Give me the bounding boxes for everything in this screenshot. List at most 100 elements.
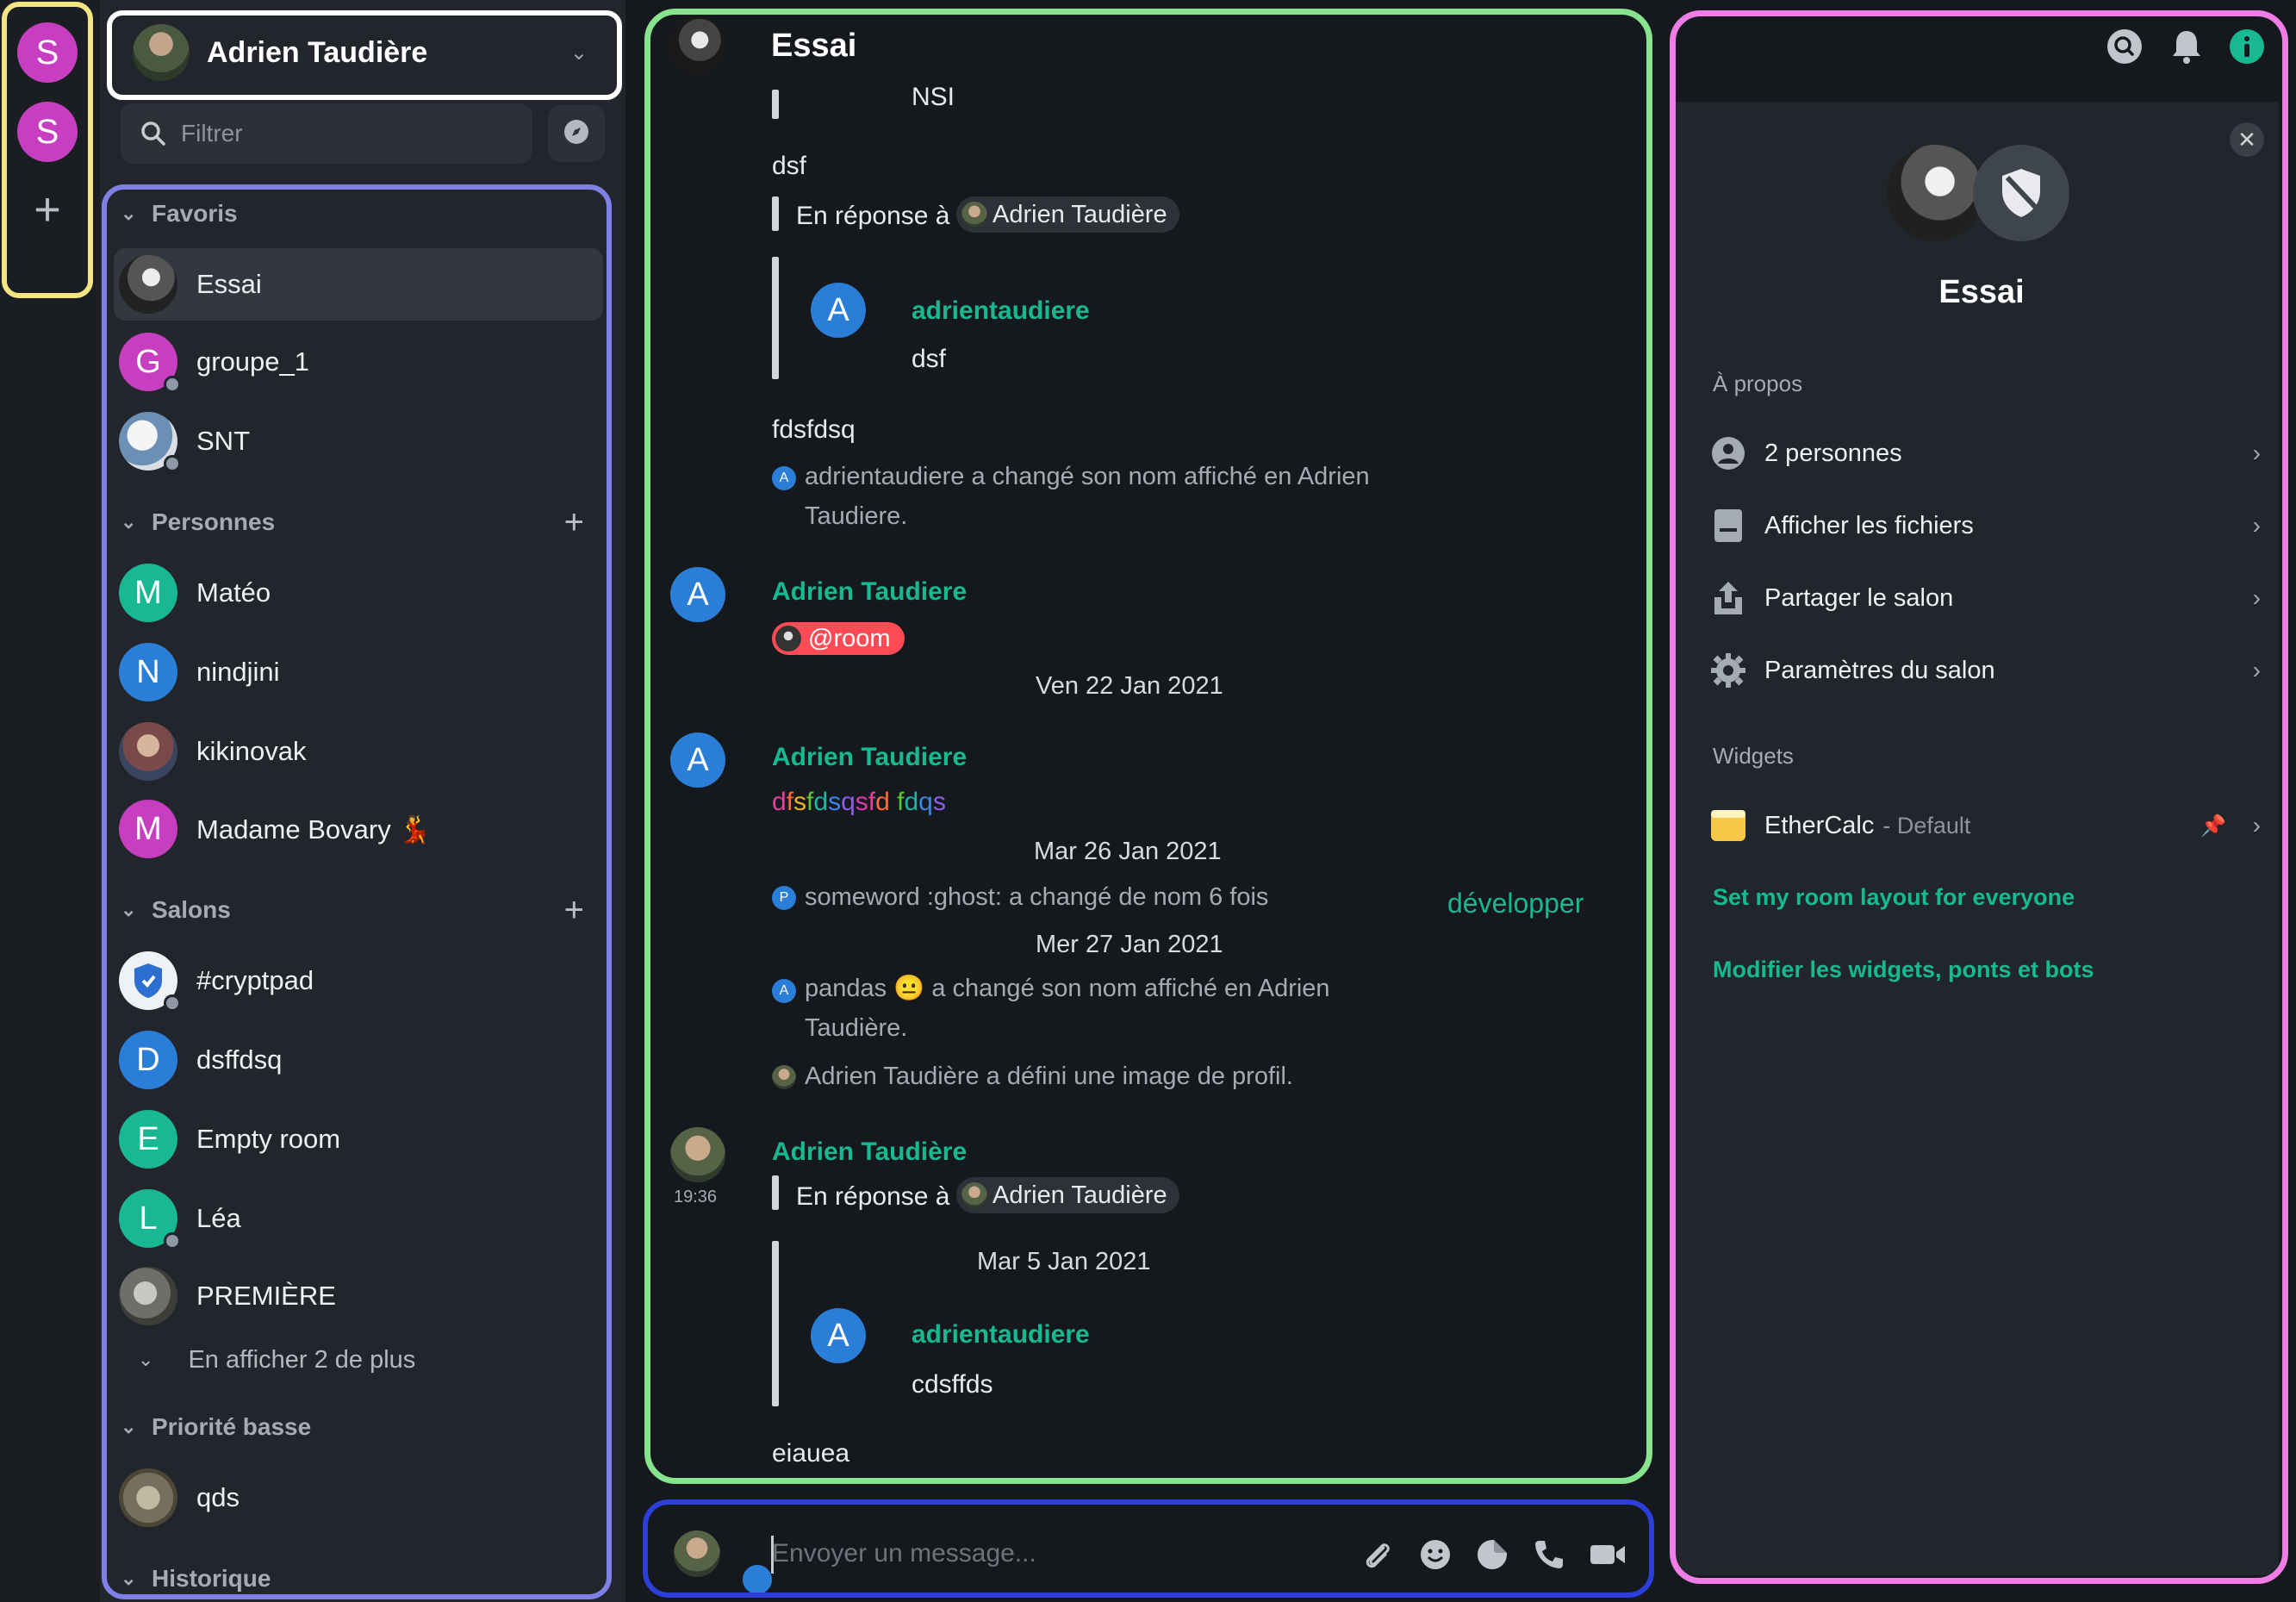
room-item-madame-bovary[interactable]: M Madame Bovary 💃 <box>114 793 603 865</box>
avatar <box>1887 145 1983 241</box>
sender-name[interactable]: adrientaudiere <box>912 296 1090 326</box>
edit-widgets-link[interactable]: Modifier les widgets, ponts et bots <box>1713 957 2094 983</box>
room-item-snt[interactable]: SNT <box>114 405 603 477</box>
sender-name[interactable]: Adrien Taudiere <box>772 743 967 772</box>
shield-icon <box>1973 145 2069 241</box>
section-title: Personnes <box>152 508 276 535</box>
room-item-mateo[interactable]: M Matéo <box>114 557 603 629</box>
account-menu[interactable]: Adrien Taudière ⌄ <box>109 12 613 93</box>
room-item-groupe-1[interactable]: G groupe_1 <box>114 326 603 398</box>
message-input[interactable]: Envoyer un message... <box>772 1539 1036 1568</box>
gear-icon <box>1709 651 1747 689</box>
user-pill-name: Adrien Taudière <box>992 200 1167 228</box>
add-room-button[interactable]: + <box>564 891 584 930</box>
section-personnes[interactable]: ⌄ Personnes + <box>121 503 620 542</box>
section-title: Favoris <box>152 200 238 227</box>
avatar <box>674 1530 720 1577</box>
avatar[interactable]: A <box>811 1308 866 1363</box>
close-icon[interactable]: ✕ <box>2230 122 2264 157</box>
space-item[interactable]: S <box>17 22 78 83</box>
avatar[interactable]: A <box>811 283 866 338</box>
avatar[interactable]: A <box>670 567 725 622</box>
sender-name[interactable]: Adrien Taudiere <box>772 577 967 607</box>
files-item[interactable]: Afficher les fichiers › <box>1709 500 2261 552</box>
expand-link[interactable]: développer <box>1447 888 1584 919</box>
bell-icon[interactable] <box>2166 26 2207 67</box>
section-title: Historique <box>152 1565 271 1592</box>
filter-placeholder: Filtrer <box>181 120 243 146</box>
avatar: G <box>119 333 181 393</box>
public-badge-icon <box>164 455 181 472</box>
room-item-qds[interactable]: qds <box>114 1462 603 1534</box>
user-pill[interactable]: Adrien Taudière <box>956 1177 1179 1213</box>
event-text: Adrien Taudière a défini une image de pr… <box>805 1063 1293 1090</box>
sender-name[interactable]: adrientaudiere <box>912 1320 1090 1350</box>
widget-ethercalc[interactable]: EtherCalc - Default 📌 › <box>1709 800 2261 851</box>
quote-bar <box>772 90 779 119</box>
chevron-down-icon: ⌄ <box>121 1416 137 1437</box>
avatar <box>119 255 177 314</box>
sender-name[interactable]: Adrien Taudière <box>772 1138 967 1167</box>
room-name: PREMIÈRE <box>196 1281 336 1311</box>
user-pill[interactable]: Adrien Taudière <box>956 196 1179 233</box>
add-space-button[interactable]: + <box>17 179 78 240</box>
avatar[interactable] <box>670 1127 725 1182</box>
room-name: Essai <box>196 269 262 299</box>
emoji-icon[interactable] <box>1416 1536 1454 1574</box>
avatar: M <box>119 800 177 858</box>
room-item-lea[interactable]: L Léa <box>114 1182 603 1255</box>
info-icon[interactable] <box>2226 26 2268 67</box>
room-mention-pill[interactable]: @room <box>772 622 905 655</box>
filter-input[interactable]: Filtrer <box>121 103 532 164</box>
space-item[interactable]: S <box>17 102 78 162</box>
avatar[interactable]: A <box>670 732 725 788</box>
quote-bar <box>772 257 779 379</box>
room-title[interactable]: Essai <box>771 28 856 65</box>
room-item-kikinovak[interactable]: kikinovak <box>114 715 603 788</box>
sticker-icon[interactable] <box>1473 1536 1511 1574</box>
avatar <box>961 1182 987 1208</box>
section-priorite-basse[interactable]: ⌄ Priorité basse <box>121 1410 311 1444</box>
video-call-icon[interactable] <box>1589 1536 1627 1574</box>
show-more-label: En afficher 2 de plus <box>188 1345 416 1374</box>
room-item-essai[interactable]: Essai <box>114 248 603 321</box>
show-more-rooms[interactable]: ⌄ En afficher 2 de plus <box>138 1343 415 1377</box>
rainbow-message: dfsfdsqsfd fdqs <box>772 788 946 816</box>
public-badge-icon <box>164 1232 181 1250</box>
search-icon[interactable] <box>2104 26 2145 67</box>
settings-item[interactable]: Paramètres du salon › <box>1709 645 2261 696</box>
room-name: Léa <box>196 1203 241 1233</box>
people-item[interactable]: 2 personnes › <box>1709 427 2261 479</box>
attachment-icon[interactable] <box>1358 1536 1396 1574</box>
mention-label: @room <box>808 624 891 652</box>
share-item[interactable]: Partager le salon › <box>1709 572 2261 624</box>
room-item-empty-room[interactable]: E Empty room <box>114 1103 603 1175</box>
avatar: M <box>119 564 177 622</box>
event-text: pandas 😐 a changé son nom affiché en Adr… <box>805 975 1330 1042</box>
section-historique[interactable]: ⌄ Historique <box>121 1561 271 1596</box>
room-item-nindjini[interactable]: N nindjini <box>114 636 603 708</box>
room-item-premiere[interactable]: PREMIÈRE <box>114 1260 603 1332</box>
chevron-down-icon: ⌄ <box>121 899 137 920</box>
chevron-down-icon: ⌄ <box>121 203 137 224</box>
room-item-dsffdsq[interactable]: D dsffdsq <box>114 1024 603 1096</box>
room-item-cryptpad[interactable]: #cryptpad <box>114 944 603 1017</box>
widget-icon <box>1709 807 1747 845</box>
avatar: E <box>119 1110 177 1169</box>
message-body: fdsfdsq <box>772 415 856 444</box>
add-person-button[interactable]: + <box>564 503 584 542</box>
section-salons[interactable]: ⌄ Salons + <box>121 891 620 930</box>
avatar <box>119 412 181 472</box>
voice-call-icon[interactable] <box>1530 1536 1568 1574</box>
chevron-right-icon: › <box>2252 657 2261 683</box>
section-favoris[interactable]: ⌄ Favoris <box>121 196 238 231</box>
pin-icon[interactable]: 📌 <box>2200 813 2226 838</box>
room-avatar[interactable] <box>669 17 725 74</box>
date-separator: Mar 5 Jan 2021 <box>977 1248 1151 1275</box>
set-room-layout-link[interactable]: Set my room layout for everyone <box>1713 884 2075 911</box>
read-receipt-avatar <box>739 1561 775 1598</box>
explore-rooms-button[interactable] <box>548 105 605 162</box>
chevron-down-icon: ⌄ <box>121 1568 137 1589</box>
reply-bar <box>772 1175 779 1210</box>
user-pill-name: Adrien Taudière <box>992 1181 1167 1209</box>
